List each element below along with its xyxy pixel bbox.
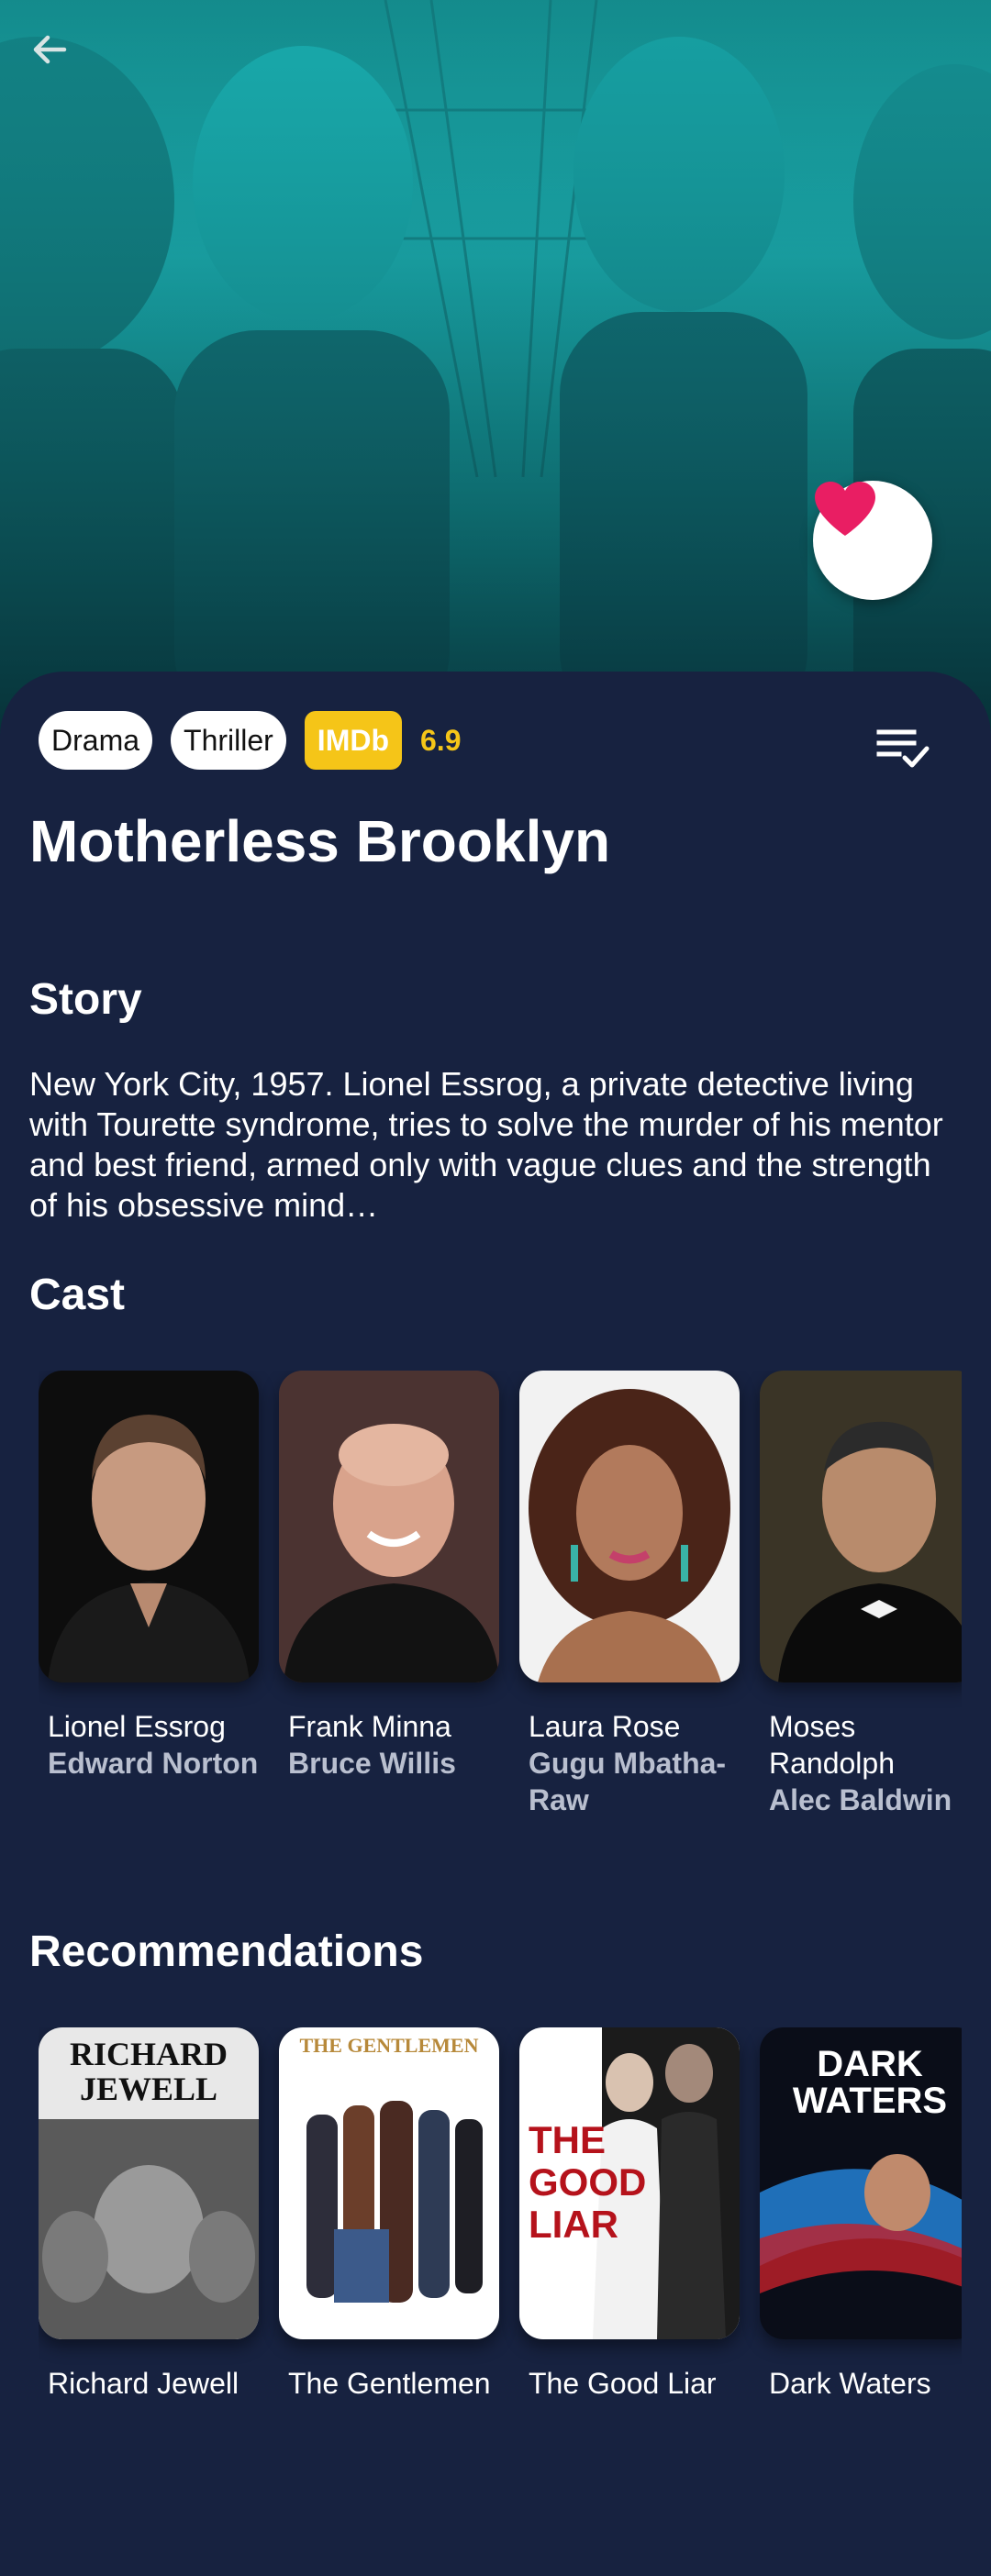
cast-card[interactable]: Lionel Essrog Edward Norton (39, 1371, 259, 1818)
cast-character: Lionel Essrog (48, 1710, 226, 1743)
recommendation-card[interactable]: DARK WATERS Dark Waters (760, 2027, 962, 2402)
watchlist-button[interactable] (874, 723, 932, 774)
recommendation-title: Dark Waters (769, 2367, 931, 2400)
cast-character: Moses Randolph (769, 1710, 895, 1780)
cast-photo (519, 1371, 740, 1682)
recommendations-heading: Recommendations (29, 1927, 424, 1976)
cast-photo (39, 1371, 259, 1682)
cast-card[interactable]: Frank Minna Bruce Willis (279, 1371, 499, 1818)
imdb-rating: 6.9 (420, 723, 462, 757)
genre-chips: Drama Thriller IMDb 6.9 (39, 711, 461, 770)
recommendation-card[interactable]: THE GOOD LIAR The Good Liar (519, 2027, 740, 2402)
recommendation-title: Richard Jewell (48, 2367, 239, 2400)
cast-actor: Edward Norton (48, 1747, 259, 1780)
story-heading: Story (29, 975, 142, 1024)
favorite-button[interactable] (813, 481, 932, 600)
genre-chip[interactable]: Thriller (171, 711, 286, 770)
movie-poster: THE GOOD LIAR (519, 2027, 740, 2339)
arrow-back-icon (33, 35, 67, 64)
cast-heading: Cast (29, 1271, 126, 1319)
cast-actor: Alec Baldwin (769, 1783, 952, 1816)
poster-title: RICHARD JEWELL (69, 2036, 228, 2107)
genre-chip[interactable]: Drama (39, 711, 153, 770)
movie-title: Motherless Brooklyn (29, 808, 611, 874)
poster-title: THE GENTLEMEN (299, 2034, 479, 2057)
story-text: New York City, 1957. Lionel Essrog, a pr… (29, 1065, 943, 1224)
cast-card[interactable]: Moses Randolph Alec Baldwin (760, 1371, 962, 1818)
recommendation-title: The Good Liar (529, 2367, 717, 2400)
cast-card[interactable]: Laura Rose Gugu Mbatha-Raw (519, 1371, 740, 1818)
cast-character: Laura Rose (529, 1710, 681, 1743)
poster-title: THE GOOD LIAR (529, 2118, 647, 2246)
cast-actor: Gugu Mbatha-Raw (529, 1747, 727, 1816)
recommendation-card[interactable]: THE GENTLEMEN The Gentlemen (279, 2027, 499, 2402)
cast-list[interactable]: Lionel Essrog Edward Norton Frank Minna … (39, 1371, 962, 1818)
recommendations-list[interactable]: RICHARD JEWELL Richard Jewell THE GENTLE… (39, 2027, 962, 2402)
playlist-check-icon (876, 729, 930, 768)
imdb-badge: IMDb (304, 711, 402, 770)
hero-backdrop (0, 0, 991, 734)
movie-poster: THE GENTLEMEN (279, 2027, 499, 2339)
cast-photo (279, 1371, 499, 1682)
heart-icon (815, 482, 875, 536)
movie-poster: DARK WATERS (760, 2027, 962, 2339)
recommendation-card[interactable]: RICHARD JEWELL Richard Jewell (39, 2027, 259, 2402)
poster-title: DARK WATERS (792, 2044, 948, 2121)
movie-poster: RICHARD JEWELL (39, 2027, 259, 2339)
back-button[interactable] (28, 28, 86, 86)
cast-actor: Bruce Willis (288, 1747, 456, 1780)
recommendation-title: The Gentlemen (288, 2367, 491, 2400)
backdrop-artwork (0, 0, 991, 734)
cast-character: Frank Minna (288, 1710, 451, 1743)
cast-photo (760, 1371, 962, 1682)
